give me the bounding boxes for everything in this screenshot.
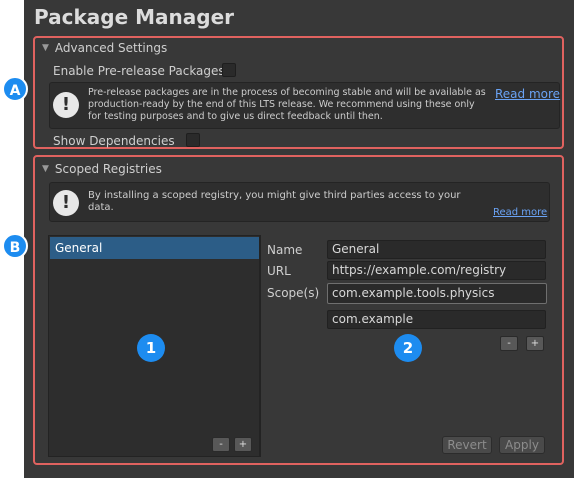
registry-list-item[interactable]: General [50, 237, 259, 259]
triangle-down-icon: ▼ [42, 164, 49, 174]
remove-scope-button[interactable]: - [500, 336, 518, 351]
exclamation-icon: ! [53, 190, 79, 216]
scoped-read-more-link[interactable]: Read more [493, 207, 547, 218]
revert-button[interactable]: Revert [442, 436, 492, 454]
prerelease-checkbox[interactable] [222, 63, 236, 77]
scoped-help-text: By installing a scoped registry, you mig… [88, 190, 461, 213]
show-dependencies-checkbox[interactable] [186, 133, 200, 147]
add-registry-button[interactable]: + [234, 437, 252, 452]
prerelease-help-text: Pre-release packages are in the process … [88, 87, 486, 122]
scope-field-1[interactable]: com.example.tools.physics [327, 283, 547, 304]
window-title: Package Manager [34, 5, 234, 29]
prerelease-label: Enable Pre-release Packages [53, 64, 225, 78]
scopes-label: Scope(s) [267, 286, 320, 300]
remove-registry-button[interactable]: - [212, 437, 230, 452]
advanced-settings-label: Advanced Settings [54, 41, 168, 55]
callout-2: 2 [394, 334, 422, 362]
callout-1: 1 [137, 334, 165, 362]
callout-b: B [2, 233, 28, 259]
apply-button[interactable]: Apply [499, 436, 545, 454]
show-dependencies-label: Show Dependencies [53, 134, 175, 148]
exclamation-icon: ! [53, 92, 79, 118]
url-label: URL [267, 264, 291, 278]
url-field[interactable]: https://example.com/registry [327, 261, 546, 280]
name-field[interactable]: General [327, 240, 546, 259]
name-label: Name [267, 243, 303, 257]
scoped-registries-label: Scoped Registries [54, 162, 162, 176]
prerelease-read-more-link[interactable]: Read more [495, 87, 560, 101]
add-scope-button[interactable]: + [526, 336, 544, 351]
scoped-registries-foldout[interactable]: ▼ Scoped Registries [42, 162, 162, 176]
advanced-settings-foldout[interactable]: ▼ Advanced Settings [42, 41, 167, 55]
scope-field-2[interactable]: com.example [327, 310, 546, 329]
triangle-down-icon: ▼ [42, 43, 49, 53]
callout-a: A [2, 76, 28, 102]
